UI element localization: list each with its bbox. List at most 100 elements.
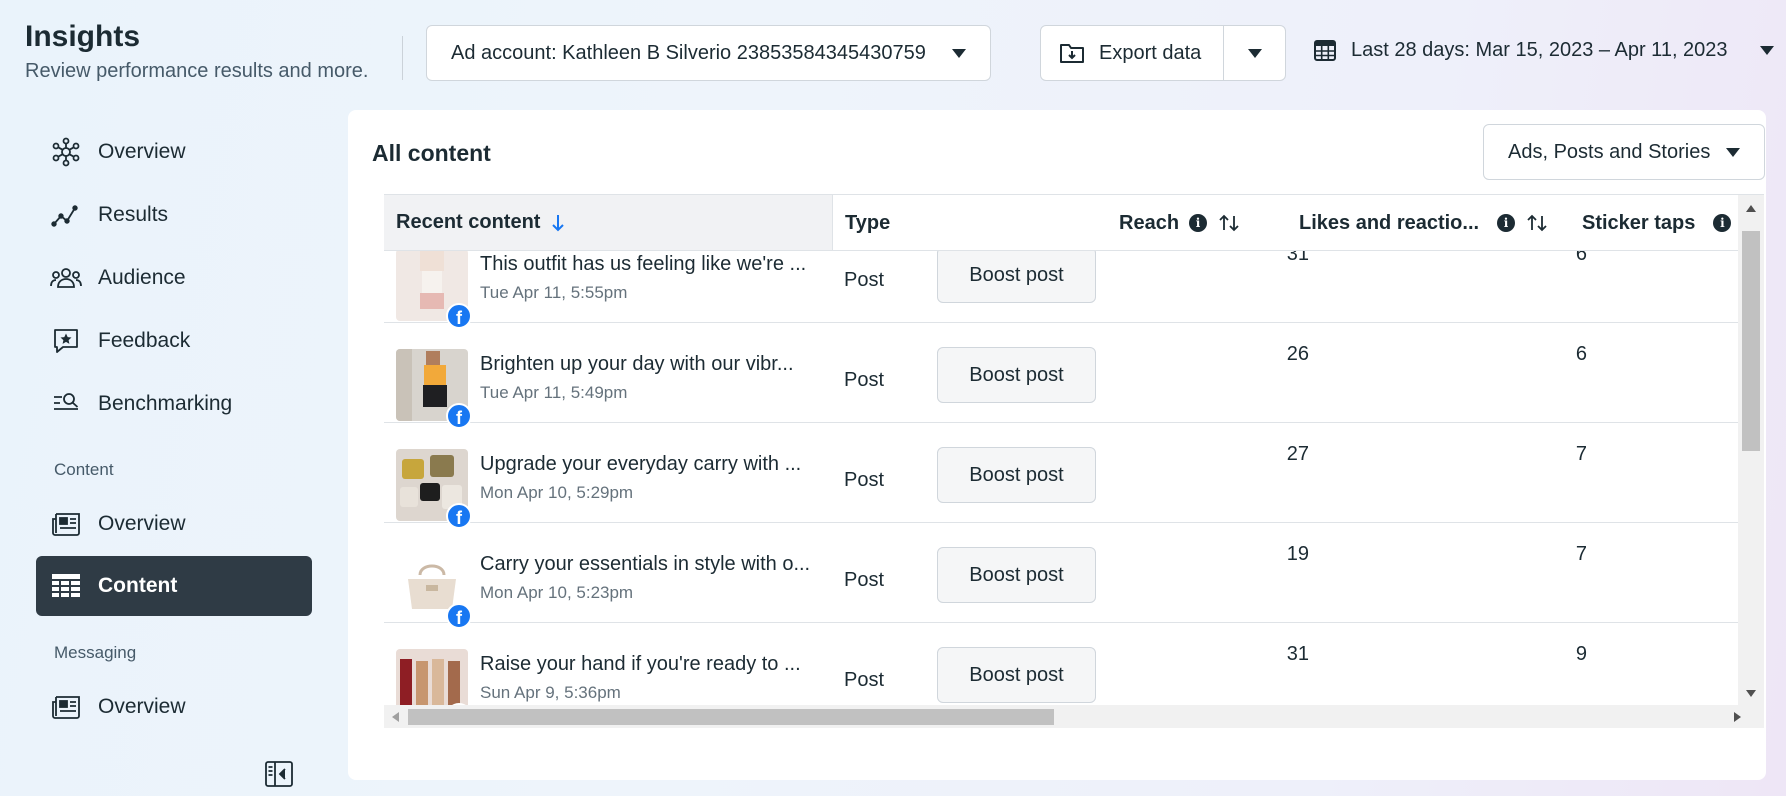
- scrollbar-thumb[interactable]: [408, 709, 1054, 725]
- likes-value: 9: [1575, 643, 1587, 665]
- boost-post-button[interactable]: Boost post: [937, 647, 1096, 703]
- caret-down-icon: [1247, 48, 1262, 58]
- post-type: Post: [844, 669, 885, 691]
- sidebar-item-content-overview[interactable]: Overview: [36, 494, 312, 554]
- scroll-right-icon[interactable]: [1734, 712, 1741, 722]
- reach-value: 19: [1286, 543, 1309, 565]
- sidebar-item-feedback[interactable]: Feedback: [36, 311, 312, 371]
- post-date: Tue Apr 11, 5:49pm: [480, 383, 628, 402]
- export-data-button[interactable]: Export data: [1041, 26, 1225, 80]
- post-type: Post: [844, 469, 885, 491]
- download-folder-icon: [1060, 44, 1084, 63]
- sidebar-item-content[interactable]: Content: [36, 556, 312, 616]
- likes-value: 7: [1575, 543, 1587, 565]
- sidebar-item-overview[interactable]: Overview: [36, 122, 312, 182]
- boost-post-button[interactable]: Boost post: [937, 347, 1096, 403]
- boost-post-button[interactable]: Boost post: [937, 247, 1096, 303]
- boost-post-button[interactable]: Boost post: [937, 447, 1096, 503]
- hub-icon: [50, 136, 82, 168]
- header-divider: [402, 36, 403, 80]
- column-header-sticker-taps[interactable]: Sticker taps i: [1582, 195, 1732, 251]
- panel-title: All content: [372, 140, 491, 166]
- post-type: Post: [844, 569, 885, 591]
- trend-line-icon: [50, 199, 82, 231]
- scroll-up-icon[interactable]: [1746, 205, 1756, 212]
- sidebar-item-label: Benchmarking: [98, 392, 233, 415]
- table-body: f This outfit has us feeling like we're …: [384, 223, 1738, 728]
- post-caption[interactable]: Upgrade your everyday carry with ...: [480, 453, 820, 476]
- reach-value: 27: [1286, 443, 1309, 465]
- sidebar-item-label: Overview: [98, 512, 186, 535]
- caret-down-icon: [952, 48, 966, 58]
- ad-account-dropdown[interactable]: Ad account: Kathleen B Silverio 23853584…: [426, 25, 991, 81]
- column-header-type[interactable]: Type: [845, 195, 890, 251]
- star-bubble-icon: [50, 325, 82, 357]
- info-icon[interactable]: i: [1713, 214, 1732, 232]
- table-row[interactable]: f Upgrade your everyday carry with ... M…: [384, 423, 1738, 529]
- sidebar-item-label: Overview: [98, 140, 186, 163]
- post-type: Post: [844, 269, 885, 291]
- caret-down-icon: [1759, 45, 1774, 55]
- post-caption[interactable]: This outfit has us feeling like we're ..…: [480, 253, 820, 276]
- post-caption[interactable]: Carry your essentials in style with o...: [480, 553, 820, 576]
- column-label: Sticker taps: [1582, 211, 1696, 234]
- sidebar-section-content: Content: [54, 460, 114, 479]
- column-header-reach[interactable]: Reach i: [1119, 195, 1241, 251]
- sidebar-item-audience[interactable]: Audience: [36, 248, 312, 308]
- scroll-left-icon[interactable]: [392, 712, 399, 722]
- column-label: Reach: [1119, 211, 1180, 234]
- column-header-likes[interactable]: Likes and reactio... i: [1299, 195, 1549, 251]
- date-range-picker[interactable]: Last 28 days: Mar 15, 2023 – Apr 11, 202…: [1313, 38, 1774, 62]
- table-header: Recent content Type Reach i Likes and re…: [384, 195, 1738, 251]
- calendar-icon: [1314, 40, 1336, 61]
- column-label: Recent content: [396, 211, 541, 233]
- post-date: Mon Apr 10, 5:23pm: [480, 583, 634, 602]
- page-title: Insights: [25, 20, 141, 53]
- newspaper-icon: [50, 691, 82, 723]
- page-subtitle: Review performance results and more.: [25, 60, 369, 82]
- sort-icon[interactable]: [1525, 213, 1549, 233]
- post-date: Mon Apr 10, 5:29pm: [480, 483, 634, 502]
- sidebar-item-results[interactable]: Results: [36, 185, 312, 245]
- table-icon: [50, 570, 82, 602]
- horizontal-scrollbar[interactable]: [384, 705, 1764, 728]
- ad-account-label: Ad account: Kathleen B Silverio 23853584…: [451, 41, 926, 64]
- sort-down-arrow-icon: [552, 214, 565, 231]
- sidebar-section-messaging: Messaging: [54, 643, 137, 662]
- search-list-icon: [50, 388, 82, 420]
- info-icon[interactable]: i: [1497, 214, 1516, 232]
- post-caption[interactable]: Raise your hand if you're ready to ...: [480, 653, 820, 676]
- sidebar-item-benchmarking[interactable]: Benchmarking: [36, 374, 312, 434]
- post-date: Sun Apr 9, 5:36pm: [480, 683, 621, 702]
- likes-value: 7: [1575, 443, 1587, 465]
- collapse-sidebar-icon[interactable]: [264, 760, 294, 793]
- sidebar-item-label: Content: [98, 574, 178, 597]
- table-row[interactable]: f Carry your essentials in style with o.…: [384, 523, 1738, 629]
- export-options-button[interactable]: [1224, 26, 1285, 80]
- post-type: Post: [844, 369, 885, 391]
- post-date: Tue Apr 11, 5:55pm: [480, 283, 628, 302]
- info-icon[interactable]: i: [1189, 214, 1208, 232]
- reach-value: 31: [1286, 643, 1309, 665]
- filter-label: Ads, Posts and Stories: [1508, 140, 1711, 163]
- sort-icon[interactable]: [1217, 213, 1241, 233]
- content-type-filter[interactable]: Ads, Posts and Stories: [1483, 124, 1765, 180]
- sidebar-item-messaging-overview[interactable]: Overview: [36, 677, 312, 737]
- table-row[interactable]: f Brighten up your day with our vibr... …: [384, 323, 1738, 429]
- post-caption[interactable]: Brighten up your day with our vibr...: [480, 353, 820, 376]
- content-table: Recent content Type Reach i Likes and re…: [384, 194, 1764, 728]
- column-header-recent-content[interactable]: Recent content: [384, 195, 833, 250]
- people-icon: [50, 262, 82, 294]
- export-data-group: Export data: [1040, 25, 1286, 81]
- boost-post-button[interactable]: Boost post: [937, 547, 1096, 603]
- scrollbar-thumb[interactable]: [1742, 231, 1760, 451]
- newspaper-icon: [50, 508, 82, 540]
- date-range-label: Last 28 days: Mar 15, 2023 – Apr 11, 202…: [1351, 38, 1728, 61]
- vertical-scrollbar[interactable]: [1738, 195, 1764, 705]
- scroll-down-icon[interactable]: [1746, 690, 1756, 697]
- column-label: Type: [845, 211, 891, 234]
- sidebar-item-label: Feedback: [98, 329, 191, 352]
- caret-down-icon: [1726, 147, 1740, 157]
- content-panel: All content Ads, Posts and Stories Recen…: [348, 110, 1766, 780]
- sidebar-item-label: Results: [98, 203, 169, 226]
